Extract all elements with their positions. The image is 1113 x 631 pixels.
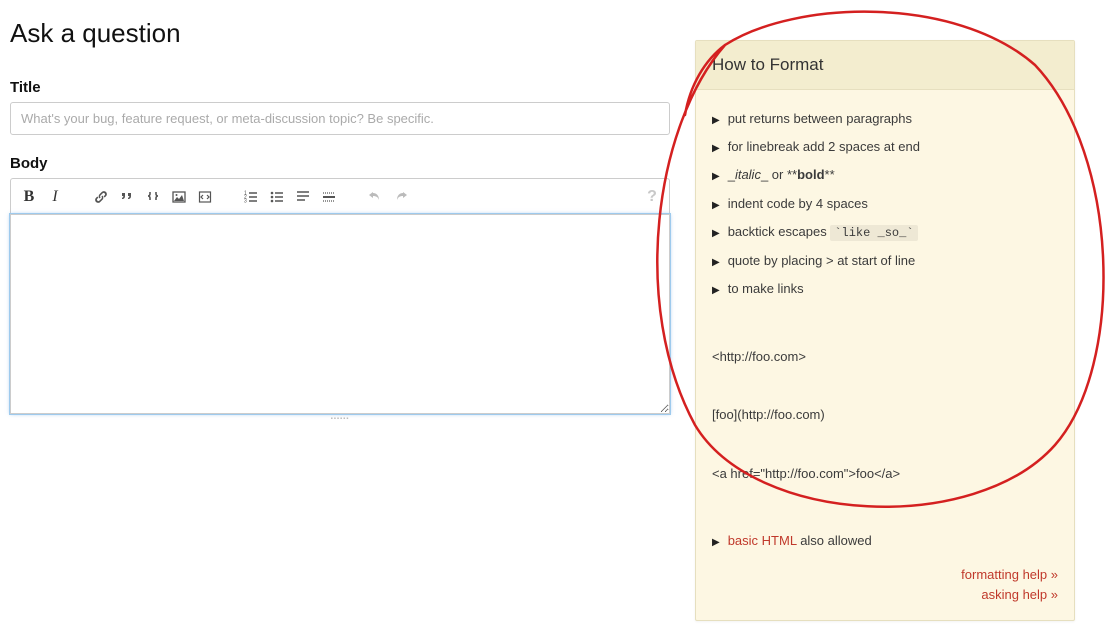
tip-text: put returns between paragraphs (728, 110, 912, 128)
body-textarea[interactable] (10, 214, 670, 414)
page-title: Ask a question (10, 18, 670, 49)
snippet-icon (197, 189, 213, 205)
link-icon (93, 189, 109, 205)
image-icon (171, 189, 187, 205)
heading-button[interactable] (291, 185, 315, 209)
code-icon (145, 189, 161, 205)
redo-icon (393, 189, 409, 205)
asking-help-link[interactable]: asking help » (712, 585, 1058, 606)
italic-button[interactable]: I (43, 185, 67, 209)
editor-help-button[interactable]: ? (641, 186, 663, 208)
body-label: Body (10, 155, 670, 172)
hr-icon (321, 189, 337, 205)
hr-button[interactable] (317, 185, 341, 209)
bold-button[interactable]: B (17, 185, 41, 209)
bullet-list-icon (269, 189, 285, 205)
tip-basic-html[interactable]: ▶ basic HTML also allowed (712, 532, 1058, 550)
heading-icon (295, 189, 311, 205)
undo-icon (367, 189, 383, 205)
arrow-icon: ▶ (712, 170, 720, 184)
quote-button[interactable] (115, 185, 139, 209)
formatting-help-link[interactable]: formatting help » (712, 565, 1058, 586)
tip-text: backtick escapes `like _so_` (728, 223, 918, 242)
arrow-icon: ▶ (712, 114, 720, 128)
tip-links[interactable]: ▶ to make links (712, 280, 1058, 298)
ulist-button[interactable] (265, 185, 289, 209)
tip-text: _italic_ or **bold** (728, 166, 835, 184)
tip-paragraphs[interactable]: ▶ put returns between paragraphs (712, 110, 1058, 128)
body-editor: B I (10, 178, 670, 424)
undo-button[interactable] (363, 185, 387, 209)
arrow-icon: ▶ (712, 142, 720, 156)
snippet-button[interactable] (193, 185, 217, 209)
tip-text: basic HTML also allowed (728, 532, 872, 550)
arrow-icon: ▶ (712, 536, 720, 550)
image-button[interactable] (167, 185, 191, 209)
redo-button[interactable] (389, 185, 413, 209)
editor-toolbar: B I (10, 178, 670, 214)
basic-html-link[interactable]: basic HTML (728, 533, 797, 548)
olist-button[interactable]: 123 (239, 185, 263, 209)
how-to-format-panel: How to Format ▶ put returns between para… (695, 40, 1075, 621)
tip-linebreak[interactable]: ▶ for linebreak add 2 spaces at end (712, 138, 1058, 156)
arrow-icon: ▶ (712, 227, 720, 241)
numbered-list-icon: 123 (243, 189, 259, 205)
code-button[interactable] (141, 185, 165, 209)
title-label: Title (10, 79, 670, 96)
body-section: Body B I (10, 155, 670, 424)
panel-title: How to Format (696, 41, 1074, 90)
arrow-icon: ▶ (712, 199, 720, 213)
quote-icon (119, 189, 135, 205)
title-section: Title (10, 79, 670, 135)
panel-footer-links: formatting help » asking help » (712, 565, 1058, 607)
links-example: <http://foo.com> [foo](http://foo.com) <… (712, 308, 1058, 523)
resize-grip[interactable]: ▪▪▪▪▪▪ (10, 414, 670, 424)
svg-text:3: 3 (244, 198, 247, 204)
link-button[interactable] (89, 185, 113, 209)
tip-backtick[interactable]: ▶ backtick escapes `like _so_` (712, 223, 1058, 242)
tip-text: indent code by 4 spaces (728, 195, 868, 213)
title-input[interactable] (10, 102, 670, 135)
tip-indent-code[interactable]: ▶ indent code by 4 spaces (712, 195, 1058, 213)
arrow-icon: ▶ (712, 256, 720, 270)
tip-italic-bold[interactable]: ▶ _italic_ or **bold** (712, 166, 1058, 184)
tip-text: quote by placing > at start of line (728, 252, 916, 270)
tip-text: for linebreak add 2 spaces at end (728, 138, 920, 156)
tip-quote[interactable]: ▶ quote by placing > at start of line (712, 252, 1058, 270)
tip-text: to make links (728, 280, 804, 298)
arrow-icon: ▶ (712, 284, 720, 298)
